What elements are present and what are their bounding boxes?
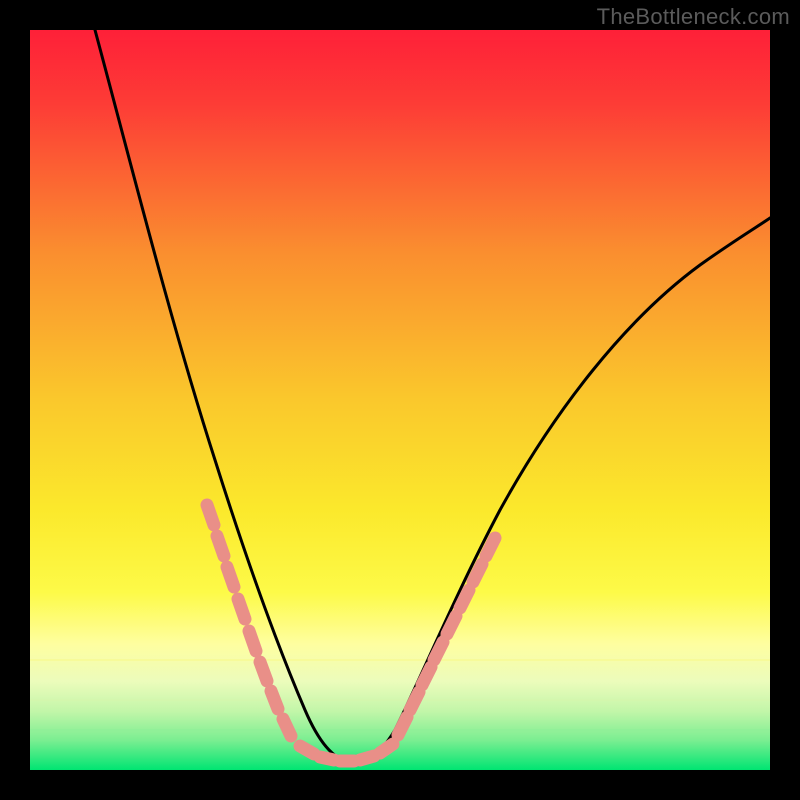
- bottleneck-chart: [0, 0, 800, 800]
- chart-stage: TheBottleneck.com: [0, 0, 800, 800]
- watermark-text: TheBottleneck.com: [597, 4, 790, 30]
